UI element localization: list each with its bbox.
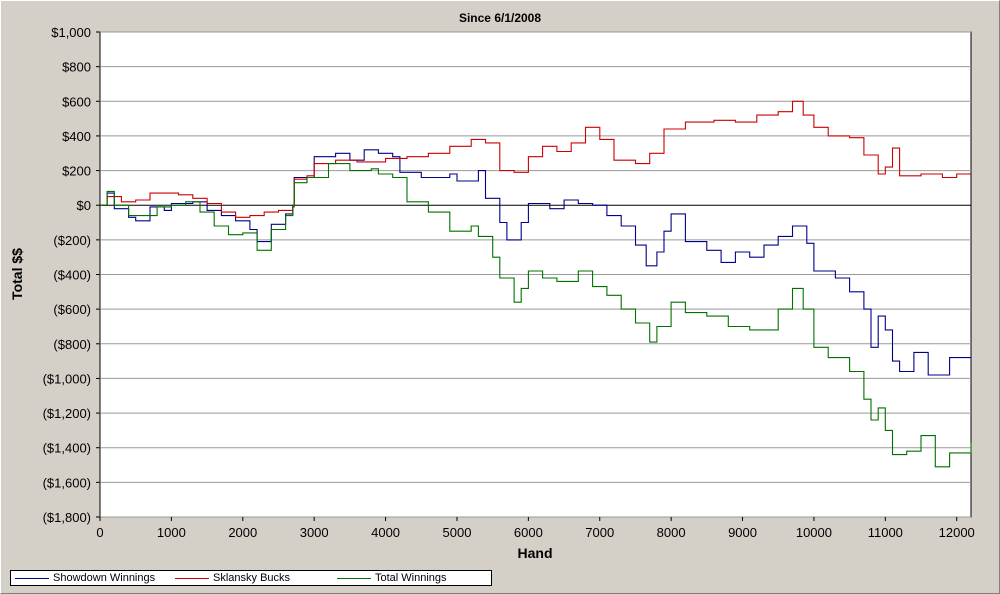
legend-swatch-sklansky xyxy=(175,577,209,579)
x-tick-label: 3000 xyxy=(300,525,329,540)
x-tick-label: 5000 xyxy=(443,525,472,540)
x-tick-label: 1000 xyxy=(157,525,186,540)
y-tick-label: ($1,600) xyxy=(43,475,91,490)
y-tick-label: ($200) xyxy=(53,233,91,248)
legend-label-showdown: Showdown Winnings xyxy=(53,572,156,584)
y-axis-title: Total $$ xyxy=(9,248,25,300)
legend-item-total: Total Winnings xyxy=(333,571,447,585)
chart-svg: $1,000 $800 $600 $400 $200 $0 ($200) ($400) ($60… xyxy=(9,11,975,561)
legend-swatch-showdown xyxy=(15,577,49,579)
y-tick-label: $0 xyxy=(77,198,91,213)
x-tick-label: 9000 xyxy=(728,525,757,540)
x-tick-label: 4000 xyxy=(371,525,400,540)
y-tick-label: ($1,400) xyxy=(43,441,91,456)
x-tick-label: 10000 xyxy=(796,525,832,540)
y-tick-label: ($800) xyxy=(53,337,91,352)
legend-item-showdown: Showdown Winnings xyxy=(11,571,155,585)
legend-label-total: Total Winnings xyxy=(375,572,447,584)
x-tick-label: 6000 xyxy=(514,525,543,540)
x-axis-title: Hand xyxy=(518,545,553,561)
y-tick-label: $400 xyxy=(62,129,91,144)
y-tick-label: ($1,800) xyxy=(43,510,91,525)
y-tick-label: ($400) xyxy=(53,268,91,283)
y-tick-label: $200 xyxy=(62,164,91,179)
legend-swatch-total xyxy=(337,577,371,579)
legend-item-sklansky: Sklansky Bucks xyxy=(171,571,290,585)
y-tick-label: ($1,000) xyxy=(43,371,91,386)
y-tick-label: ($600) xyxy=(53,302,91,317)
y-tick-label: $800 xyxy=(62,60,91,75)
y-tick-label: $1,000 xyxy=(51,25,91,40)
x-tick-label: 8000 xyxy=(657,525,686,540)
y-tick-label: $600 xyxy=(62,94,91,109)
x-tick-label: 12000 xyxy=(939,525,975,540)
x-tick-label: 7000 xyxy=(585,525,614,540)
chart-title: Since 6/1/2008 xyxy=(459,11,541,25)
x-tick-label: 0 xyxy=(96,525,103,540)
x-tick-label: 2000 xyxy=(228,525,257,540)
legend-label-sklansky: Sklansky Bucks xyxy=(213,572,291,584)
x-tick-label: 11000 xyxy=(868,525,903,540)
y-tick-label: ($1,200) xyxy=(43,406,91,421)
legend: Showdown Winnings Sklansky Bucks Total W… xyxy=(10,570,492,586)
